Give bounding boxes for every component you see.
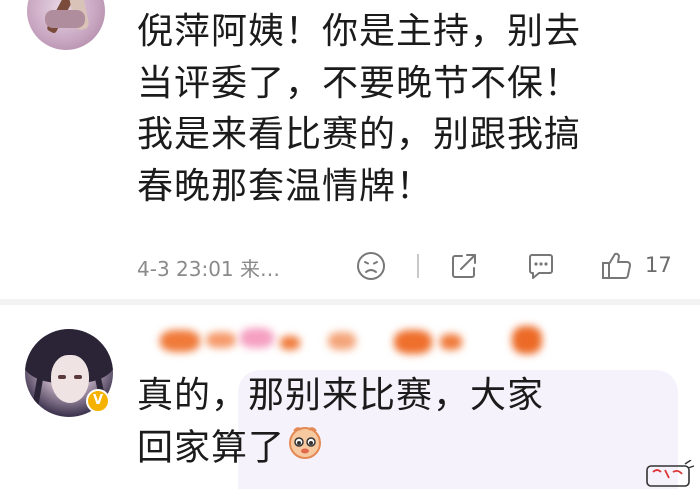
like-count: 17 bbox=[645, 253, 672, 277]
commenter-avatar-1[interactable] bbox=[27, 0, 105, 50]
comment-2-line: 真的，那别来比赛，大家 bbox=[137, 375, 545, 416]
verified-badge-icon: V bbox=[86, 389, 110, 413]
comment-1-actions: 4-3 23:01 来… 17 bbox=[137, 250, 677, 282]
cute-face-sticker-icon bbox=[285, 422, 325, 477]
comment-icon[interactable] bbox=[525, 250, 557, 286]
comment-2-line-wrap: 回家算了 bbox=[137, 422, 657, 477]
avatar-art bbox=[51, 355, 89, 403]
divider bbox=[417, 254, 419, 278]
comment-2-text: 真的，那别来比赛，大家 回家算了 bbox=[137, 370, 657, 476]
avatar-art bbox=[45, 10, 85, 28]
comment-1-line: 春晚那套温情牌！ bbox=[137, 165, 434, 207]
like-icon[interactable] bbox=[600, 250, 634, 286]
blurred-username bbox=[158, 322, 548, 362]
share-icon[interactable] bbox=[448, 250, 480, 286]
comment-1-line: 倪萍阿姨！你是主持，别去 bbox=[137, 11, 582, 52]
comment-1-text: 倪萍阿姨！你是主持，别去 当评委了，不要晚节不保！ 我是来看比赛的，别跟我搞 春… bbox=[137, 6, 697, 212]
comment-timestamp: 4-3 23:01 来… bbox=[137, 257, 281, 281]
avatar-art bbox=[74, 375, 82, 379]
dislike-icon[interactable] bbox=[355, 250, 387, 286]
comment-1-line: 我是来看比赛的，别跟我搞 bbox=[137, 114, 582, 155]
comment-2-line: 回家算了 bbox=[137, 426, 286, 468]
avatar-art bbox=[58, 375, 66, 379]
bubble-decoration-icon bbox=[645, 459, 695, 493]
comment-1-line: 当评委了，不要晚节不保！ bbox=[137, 62, 582, 104]
comment-separator bbox=[0, 299, 700, 305]
